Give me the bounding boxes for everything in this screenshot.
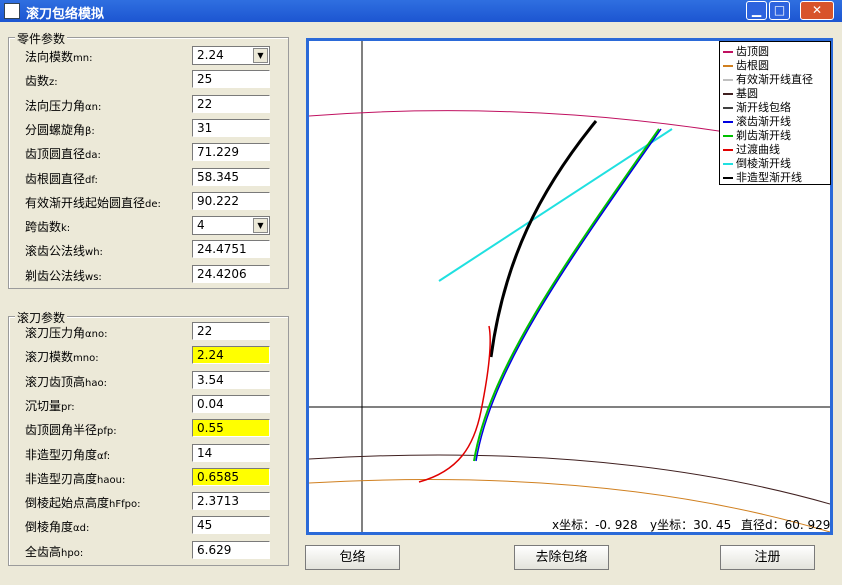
legend-swatch <box>723 93 733 95</box>
param-label: 沉切量pr: <box>25 398 75 413</box>
chevron-down-icon[interactable]: ▼ <box>253 48 268 63</box>
param-label: 跨齿数k: <box>25 220 71 235</box>
window-title: 滚刀包络模拟 <box>26 7 105 22</box>
legend-swatch <box>723 163 733 165</box>
param-label: 齿顶圆直径da: <box>25 147 101 162</box>
param-input[interactable]: 2.3713 <box>192 492 270 511</box>
param-input[interactable]: 22 <box>192 322 270 340</box>
param-label: 非造型刃高度haou: <box>25 471 126 486</box>
diameter-readout: 直径d：60. 929 <box>741 518 831 532</box>
legend-swatch <box>723 51 733 53</box>
param-input[interactable]: 45 <box>192 516 270 535</box>
param-input[interactable]: 2.24 <box>192 346 270 365</box>
legend-swatch <box>723 149 733 151</box>
param-label: 剃齿公法线ws: <box>25 268 102 283</box>
legend-swatch <box>723 107 733 109</box>
param-label: 法向压力角αn: <box>25 98 102 113</box>
param-label: 滚刀齿顶高hao: <box>25 374 107 389</box>
y-coordinate-readout: y坐标：30. 45 <box>650 518 732 532</box>
param-label: 齿顶圆角半径pfp: <box>25 423 117 438</box>
chamfer-involute-curve <box>438 128 673 282</box>
param-label: 齿数z: <box>25 74 58 89</box>
param-label: 分圆螺旋角β: <box>25 122 95 137</box>
title-bar: 滚刀包络模拟 ▁ □ ✕ <box>0 0 842 22</box>
legend-swatch <box>723 65 733 67</box>
param-input[interactable]: 25 <box>192 70 270 89</box>
param-label: 非造型刃角度αf: <box>25 447 111 462</box>
param-input[interactable]: 31 <box>192 118 270 137</box>
param-input[interactable]: 0.6585 <box>192 467 270 486</box>
transition-curve <box>418 325 491 483</box>
param-label: 法向模数mn: <box>25 50 93 64</box>
param-label: 滚刀压力角αno: <box>25 326 108 340</box>
param-select[interactable]: 4 ▼ <box>192 216 270 236</box>
non-forming-involute-curve <box>489 120 598 358</box>
x-coordinate-readout: x坐标：-0. 928 <box>552 518 638 532</box>
param-label: 滚刀模数mno: <box>25 350 99 365</box>
shaving-involute-curve <box>473 128 660 462</box>
envelope-button[interactable]: 包络 <box>305 545 400 570</box>
param-input[interactable]: 71.229 <box>192 143 270 162</box>
close-button[interactable]: ✕ <box>800 1 834 20</box>
param-input[interactable]: 14 <box>192 443 270 462</box>
maximize-button[interactable]: □ <box>769 1 790 20</box>
register-button[interactable]: 注册 <box>720 545 815 570</box>
param-input[interactable]: 3.54 <box>192 370 270 389</box>
legend-swatch <box>723 135 733 137</box>
param-label: 倒棱起始点高度hFfpo: <box>25 496 141 511</box>
param-label: 倒棱角度αd: <box>25 520 90 535</box>
app-icon <box>4 3 20 19</box>
param-label: 有效渐开线起始圆直径de: <box>25 195 161 210</box>
part-params-title: 零件参数 <box>15 30 68 47</box>
param-input[interactable]: 24.4206 <box>192 264 270 283</box>
plot-legend: 齿顶圆 齿根圆 有效渐开线直径 基圆 渐开线包络 滚齿渐开线 剃齿渐开线 过渡曲线 倒棱渐开线非… <box>719 41 831 185</box>
param-input[interactable]: 58.345 <box>192 167 270 186</box>
param-input[interactable]: 0.55 <box>192 419 270 438</box>
legend-item: 非造型渐开线 <box>723 169 802 185</box>
param-input[interactable]: 6.629 <box>192 540 270 559</box>
legend-swatch <box>723 177 733 179</box>
param-input[interactable]: 90.222 <box>192 191 270 210</box>
param-input[interactable]: 0.04 <box>192 394 270 413</box>
param-label: 滚齿公法线wh: <box>25 244 103 259</box>
chevron-down-icon[interactable]: ▼ <box>253 218 268 234</box>
param-input[interactable]: 24.4751 <box>192 240 270 259</box>
minimize-button[interactable]: ▁ <box>746 1 767 20</box>
param-input[interactable]: 22 <box>192 94 270 113</box>
plot-canvas[interactable]: 齿顶圆 齿根圆 有效渐开线直径 基圆 渐开线包络 滚齿渐开线 剃齿渐开线 过渡曲线 倒棱渐开线非… <box>306 38 833 535</box>
legend-swatch <box>723 79 733 81</box>
param-label: 全齿高hpo: <box>25 544 84 559</box>
param-select[interactable]: 2.24 ▼ <box>192 46 270 65</box>
remove-envelope-button[interactable]: 去除包络 <box>514 545 609 570</box>
param-label: 齿根圆直径df: <box>25 171 98 186</box>
legend-swatch <box>723 121 733 123</box>
